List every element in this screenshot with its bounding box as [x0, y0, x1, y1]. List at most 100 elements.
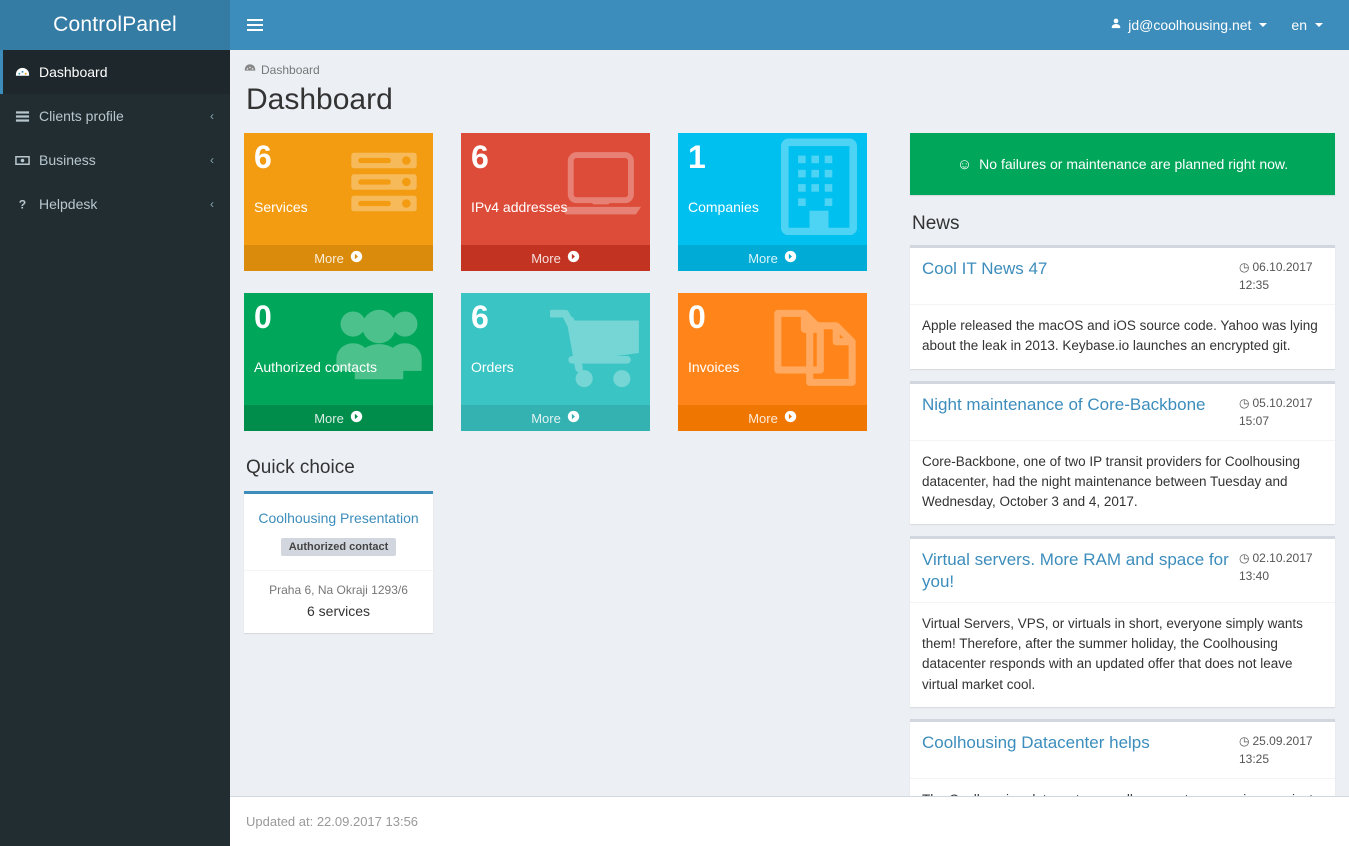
sidebar-nav: Dashboard Clients profile ‹ Business ‹ ?…: [0, 50, 230, 226]
news-item: Cool IT News 47 ◷ 06.10.2017 12:35 Apple …: [910, 245, 1335, 369]
brand-logo[interactable]: ControlPanel: [0, 0, 230, 50]
tile-body: 6 IPv4 addresses: [461, 133, 650, 245]
quick-choice-header: Coolhousing Presentation Authorized cont…: [244, 494, 433, 571]
tile-more-label: More: [531, 250, 561, 266]
tile-more-label: More: [748, 250, 778, 266]
tile-body: 0 Authorized contacts: [244, 293, 433, 405]
news-item-date: ◷ 02.10.2017 13:40: [1239, 549, 1323, 592]
news-item-link[interactable]: Cool IT News 47: [922, 258, 1229, 294]
news-item-link[interactable]: Virtual servers. More RAM and space for …: [922, 549, 1229, 592]
left-column: 6 Services More 6 IPv4 addresses More 1 …: [244, 133, 896, 633]
quick-choice-card[interactable]: Coolhousing Presentation Authorized cont…: [244, 491, 433, 633]
clock-icon: ◷: [1239, 395, 1250, 410]
sidebar-item-dashboard[interactable]: Dashboard: [0, 50, 230, 94]
page-title: Dashboard: [246, 83, 393, 116]
tile-more-link[interactable]: More: [244, 405, 433, 431]
sidebar-item-label: Helpdesk: [39, 196, 98, 212]
status-alert-text: No failures or maintenance are planned r…: [979, 156, 1289, 172]
tile-more-link[interactable]: More: [678, 405, 867, 431]
sidebar-item-business[interactable]: Business ‹: [0, 138, 230, 182]
breadcrumb: Dashboard: [244, 62, 1335, 77]
news-date-value: 02.10.2017: [1252, 551, 1313, 566]
hamburger-icon[interactable]: [230, 0, 280, 50]
user-icon: [1110, 17, 1122, 33]
server-list-icon: [15, 109, 39, 124]
stat-tile-services[interactable]: 6 Services More: [244, 133, 433, 271]
news-item-text: Virtual Servers, VPS, or virtuals in sho…: [922, 615, 1303, 692]
tile-more-link[interactable]: More: [461, 405, 650, 431]
question-mark-icon: ?: [15, 197, 39, 212]
breadcrumb-label[interactable]: Dashboard: [261, 63, 320, 77]
tile-body: 6 Services: [244, 133, 433, 245]
chevron-left-icon: ‹: [210, 153, 214, 167]
stat-tiles: 6 Services More 6 IPv4 addresses More 1 …: [244, 133, 896, 453]
tile-body: 6 Orders: [461, 293, 650, 405]
news-title: News: [912, 213, 960, 234]
tile-more-link[interactable]: More: [461, 245, 650, 271]
tile-label: Invoices: [688, 358, 740, 375]
news-date-value: 05.10.2017: [1252, 395, 1313, 410]
news-item: Coolhousing Datacenter helps ◷ 25.09.2017…: [910, 718, 1335, 796]
clock-icon: ◷: [1239, 551, 1250, 566]
dashboard-columns: 6 Services More 6 IPv4 addresses More 1 …: [244, 133, 1335, 796]
tile-more-link[interactable]: More: [678, 245, 867, 271]
quick-choice-title: Quick choice: [246, 457, 355, 478]
language-label: en: [1291, 17, 1307, 33]
main-area: jd@coolhousing.net en Dashboard Dashboar…: [230, 0, 1349, 846]
news-item: Night maintenance of Core-Backbone ◷ 05.1…: [910, 380, 1335, 525]
news-item-text: Core-Backbone, one of two IP transit pro…: [922, 453, 1300, 510]
tachometer-icon: [15, 65, 39, 80]
tile-label: Services: [254, 198, 308, 215]
tile-value: 6: [471, 299, 489, 335]
tachometer-icon: [244, 62, 256, 77]
arrow-circle-right-icon: [350, 250, 363, 266]
news-date-value: 25.09.2017: [1252, 733, 1313, 748]
footer: Updated at: 22.09.2017 13:56: [230, 796, 1349, 846]
sidebar-item-label: Dashboard: [39, 64, 108, 80]
tile-more-label: More: [314, 410, 344, 426]
tile-label: Orders: [471, 358, 514, 375]
quick-choice-name[interactable]: Coolhousing Presentation: [254, 510, 423, 526]
news-time-value: 13:40: [1239, 569, 1270, 584]
news-item-link[interactable]: Night maintenance of Core-Backbone: [922, 394, 1229, 430]
arrow-circle-right-icon: [350, 410, 363, 426]
news-item-text: The Coolhousing datacenter proudly suppo…: [910, 779, 1335, 796]
language-menu[interactable]: en: [1279, 0, 1335, 50]
smiley-icon: ☺: [956, 155, 973, 173]
chevron-left-icon: ‹: [210, 109, 214, 123]
sidebar: ControlPanel Dashboard Clients profile ‹: [0, 0, 230, 846]
news-item-link[interactable]: Coolhousing Datacenter helps: [922, 732, 1229, 768]
tile-value: 6: [254, 139, 272, 175]
tile-value: 1: [688, 139, 706, 175]
chevron-down-icon: [1259, 23, 1268, 27]
tile-label: Companies: [688, 198, 759, 215]
stat-tile-invoices[interactable]: 0 Invoices More: [678, 293, 867, 431]
svg-text:?: ?: [19, 197, 26, 211]
sidebar-item-clients-profile[interactable]: Clients profile ‹: [0, 94, 230, 138]
status-alert: ☺ No failures or maintenance are planned…: [910, 133, 1335, 195]
user-menu[interactable]: jd@coolhousing.net: [1098, 0, 1279, 50]
clock-icon: ◷: [1239, 260, 1250, 274]
chevron-left-icon: ‹: [210, 197, 214, 211]
news-item-header: Night maintenance of Core-Backbone ◷ 05.1…: [910, 384, 1335, 441]
chevron-down-icon: [1315, 23, 1323, 27]
tile-more-link[interactable]: More: [244, 245, 433, 271]
news-item-date: ◷ 05.10.2017 15:07: [1239, 394, 1323, 430]
tile-body: 1 Companies: [678, 133, 867, 245]
tile-value: 6: [471, 139, 489, 175]
news-item-header: Virtual servers. More RAM and space for …: [910, 539, 1335, 603]
tile-more-label: More: [531, 410, 561, 426]
news-time-value: 13:25: [1239, 751, 1270, 766]
stat-tile-ipv4-addresses[interactable]: 6 IPv4 addresses More: [461, 133, 650, 271]
stat-tile-authorized-contacts[interactable]: 0 Authorized contacts More: [244, 293, 433, 431]
content-area: Dashboard Dashboard 6 Services More 6 IP…: [230, 50, 1349, 796]
arrow-circle-right-icon: [784, 250, 797, 266]
stat-tile-companies[interactable]: 1 Companies More: [678, 133, 867, 271]
stat-tile-orders[interactable]: 6 Orders More: [461, 293, 650, 431]
tile-more-label: More: [314, 250, 344, 266]
sidebar-item-label: Clients profile: [39, 108, 124, 124]
tile-label: IPv4 addresses: [471, 198, 568, 215]
sidebar-item-helpdesk[interactable]: ? Helpdesk ‹: [0, 182, 230, 226]
clock-icon: ◷: [1239, 733, 1250, 748]
tile-body: 0 Invoices: [678, 293, 867, 405]
